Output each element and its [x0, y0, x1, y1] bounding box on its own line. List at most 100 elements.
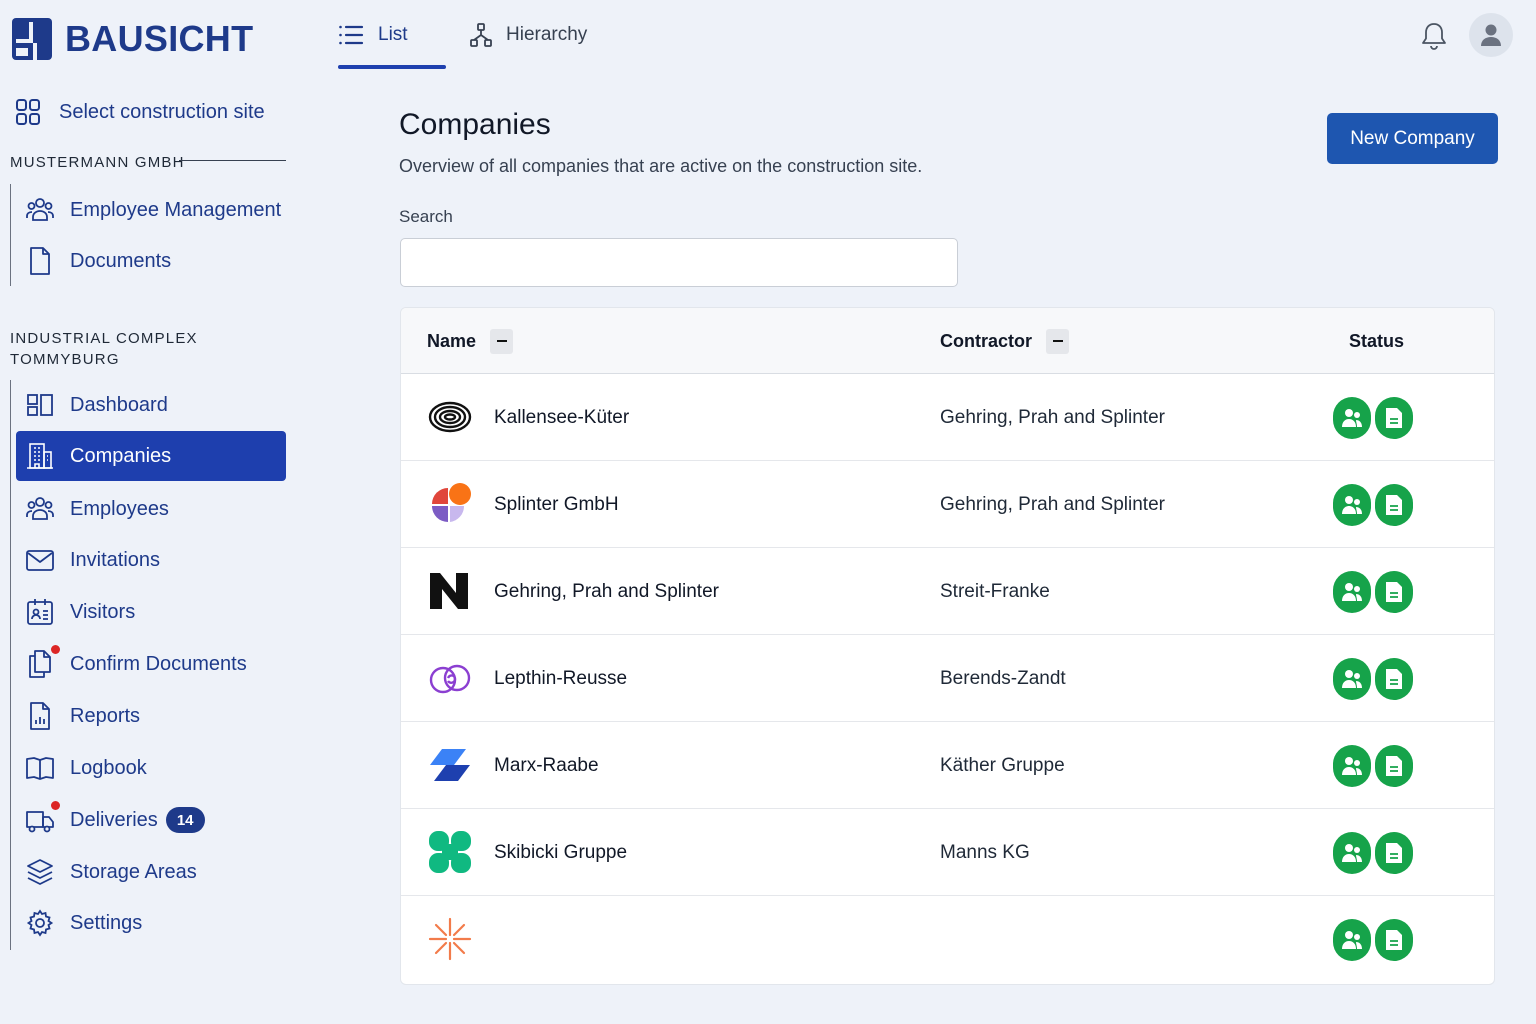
sidebar-item-settings[interactable]: Settings: [16, 900, 286, 946]
sidebar-item-confirm-documents[interactable]: Confirm Documents: [16, 641, 286, 687]
employees-status-icon[interactable]: [1333, 745, 1371, 787]
table-row[interactable]: Skibicki Gruppe Manns KG: [401, 809, 1494, 896]
visitor-icon: [26, 598, 54, 626]
page-title: Companies: [399, 108, 551, 141]
sidebar-item-visitors[interactable]: Visitors: [16, 589, 286, 635]
column-header-contractor: Contractor: [940, 308, 1070, 374]
table-row[interactable]: Gehring, Prah and Splinter Streit-Franke: [401, 548, 1494, 635]
companies-table: Name Contractor Status Kallensee-Küter G…: [400, 307, 1495, 985]
company-name: Lepthin-Reusse: [494, 667, 628, 689]
parallelogram-logo: [430, 749, 470, 781]
group-label-industrial-complex: INDUSTRIAL COMPLEX TOMMYBURG: [10, 330, 198, 368]
sidebar-item-logbook[interactable]: Logbook: [16, 745, 286, 791]
table-row[interactable]: Splinter GmbH Gehring, Prah and Splinter: [401, 461, 1494, 548]
column-header-label: Contractor: [940, 330, 1033, 351]
sidebar-item-label: Confirm Documents: [70, 652, 247, 675]
status-icons: [1333, 919, 1417, 961]
brand-name: BAUSICHT: [65, 18, 254, 59]
status-icons: [1333, 571, 1417, 613]
sidebar-item-label: Dashboard: [70, 393, 168, 416]
table-row[interactable]: Marx-Raabe Käther Gruppe: [401, 722, 1494, 809]
sidebar-item-storage-areas[interactable]: Storage Areas: [16, 849, 286, 895]
documents-status-icon[interactable]: [1375, 484, 1413, 526]
users-icon: [26, 495, 54, 523]
company-contractor: Gehring, Prah and Splinter: [940, 406, 1165, 428]
layers-icon: [26, 858, 54, 886]
list-icon: [339, 25, 364, 45]
tab-hierarchy[interactable]: Hierarchy: [470, 0, 587, 70]
sidebar-item-reports[interactable]: Reports: [16, 693, 286, 739]
sidebar-item-label: Storage Areas: [70, 860, 197, 883]
group-divider: [179, 160, 286, 161]
tab-list[interactable]: List: [338, 0, 446, 70]
employees-status-icon[interactable]: [1333, 658, 1371, 700]
company-contractor: Gehring, Prah and Splinter: [940, 493, 1165, 515]
sidebar-item-label: Companies: [70, 444, 172, 467]
sidebar-item-invitations[interactable]: Invitations: [16, 537, 286, 583]
view-tabs: List Hierarchy: [338, 0, 587, 70]
search-label: Search: [399, 207, 453, 226]
n-logo: [430, 573, 468, 609]
sidebar-item-documents[interactable]: Documents: [16, 238, 286, 284]
sidebar-item-label: Reports: [70, 704, 141, 727]
sidebar-item-label: Deliveries: [70, 808, 158, 831]
table-row[interactable]: Kallensee-Küter Gehring, Prah and Splint…: [401, 374, 1494, 461]
documents-status-icon[interactable]: [1375, 658, 1413, 700]
collapse-contractor-button[interactable]: [1046, 328, 1070, 354]
company-contractor: Berends-Zandt: [940, 667, 1066, 689]
employees-status-icon[interactable]: [1333, 919, 1371, 961]
search-input[interactable]: [400, 238, 958, 287]
minus-icon: [1052, 340, 1063, 342]
documents-icon: [26, 645, 60, 678]
brand-logo[interactable]: BAUSICHT: [12, 18, 253, 60]
mail-icon: [26, 546, 54, 574]
group-label-mustermann: MUSTERMANN GMBH: [10, 154, 185, 171]
company-name: Splinter GmbH: [494, 493, 619, 515]
status-icons: [1333, 397, 1417, 439]
select-construction-site[interactable]: Select construction site: [16, 99, 265, 125]
hierarchy-icon: [470, 23, 492, 47]
table-row[interactable]: Lepthin-Reusse Berends-Zandt: [401, 635, 1494, 722]
sidebar-item-deliveries[interactable]: Deliveries 14: [16, 797, 286, 843]
sidebar-item-label: Visitors: [70, 600, 136, 623]
sidebar-item-label: Employee Management: [70, 198, 282, 221]
status-icons: [1333, 832, 1417, 874]
employees-status-icon[interactable]: [1333, 484, 1371, 526]
column-header-status: Status: [1349, 308, 1404, 374]
company-name: Marx-Raabe: [494, 754, 599, 776]
company-name: Kallensee-Küter: [494, 406, 630, 428]
company-contractor: Käther Gruppe: [940, 754, 1065, 776]
employees-status-icon[interactable]: [1333, 571, 1371, 613]
rings-logo: [428, 401, 472, 433]
sidebar-item-companies[interactable]: Companies: [16, 431, 286, 481]
company-contractor: Streit-Franke: [940, 580, 1050, 602]
sidebar-item-label: Invitations: [70, 548, 161, 571]
sidebar-item-employee-management[interactable]: Employee Management: [16, 187, 286, 233]
documents-status-icon[interactable]: [1375, 919, 1413, 961]
sidebar-item-dashboard[interactable]: Dashboard: [16, 382, 286, 428]
page-subtitle: Overview of all companies that are activ…: [399, 156, 923, 176]
user-icon: [1481, 24, 1501, 46]
status-icons: [1333, 658, 1417, 700]
employees-status-icon[interactable]: [1333, 832, 1371, 874]
building-icon: [26, 442, 54, 470]
documents-status-icon[interactable]: [1375, 571, 1413, 613]
documents-status-icon[interactable]: [1375, 397, 1413, 439]
deliveries-count-badge: 14: [165, 807, 205, 833]
swirl-logo: [429, 664, 471, 694]
minus-icon: [496, 340, 507, 342]
notification-dot: [51, 645, 60, 654]
new-company-button[interactable]: New Company: [1327, 113, 1498, 164]
user-avatar[interactable]: [1469, 13, 1513, 57]
documents-status-icon[interactable]: [1375, 832, 1413, 874]
bell-icon[interactable]: [1420, 21, 1448, 51]
collapse-name-button[interactable]: [490, 328, 514, 354]
company-name: Skibicki Gruppe: [494, 841, 628, 863]
sidebar-item-employees[interactable]: Employees: [16, 486, 286, 532]
company-contractor: Manns KG: [940, 841, 1030, 863]
notification-dot: [51, 801, 60, 810]
employees-status-icon[interactable]: [1333, 397, 1371, 439]
bausicht-logo-icon: [12, 18, 52, 60]
documents-status-icon[interactable]: [1375, 745, 1413, 787]
table-row[interactable]: [401, 896, 1494, 983]
